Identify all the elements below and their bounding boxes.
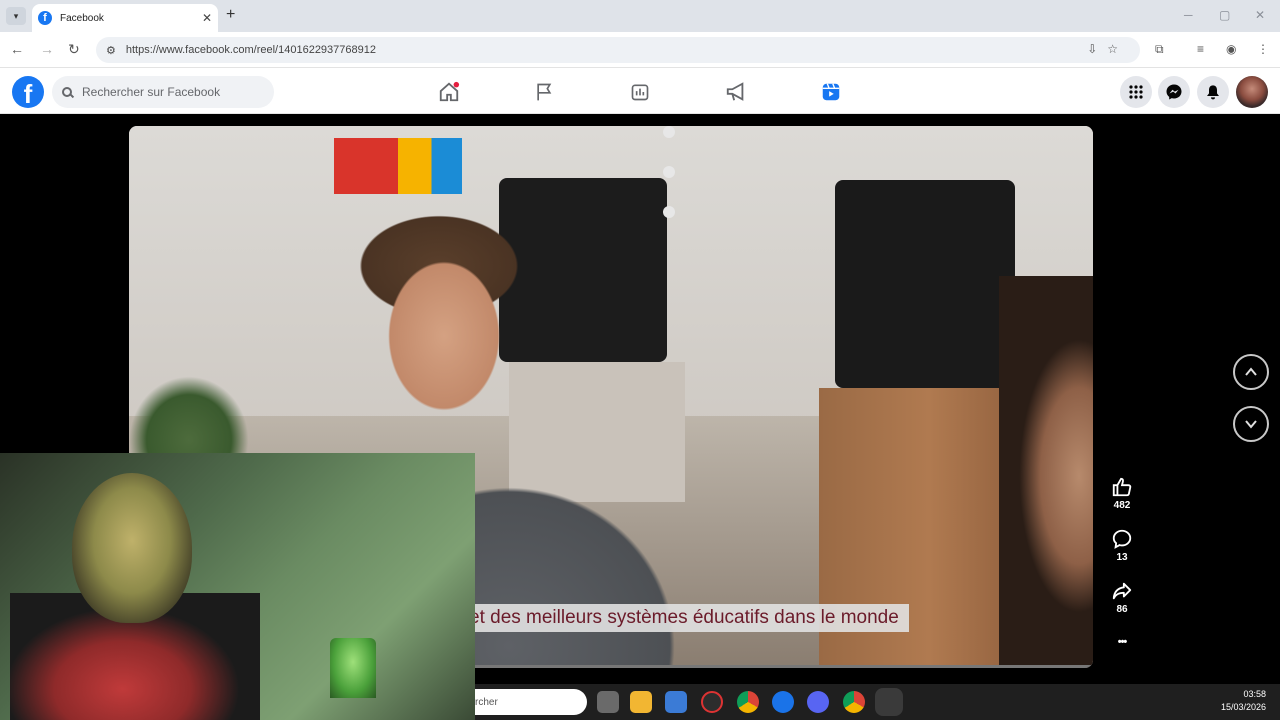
browser-toolbar: ← → ↻ ⚙ https://www.facebook.com/reel/14… bbox=[0, 32, 1280, 68]
tab-close-icon[interactable]: ✕ bbox=[202, 11, 212, 25]
facebook-header: f Rechercher sur Facebook bbox=[0, 68, 1280, 117]
new-tab-button[interactable]: + bbox=[226, 6, 235, 24]
media-controls-icon[interactable]: ≡ bbox=[1197, 42, 1204, 56]
address-bar[interactable]: ⚙ https://www.facebook.com/reel/14016229… bbox=[96, 37, 1140, 63]
facebook-favicon-icon: f bbox=[38, 11, 52, 25]
account-avatar[interactable] bbox=[1236, 76, 1268, 108]
chrome-icon[interactable] bbox=[737, 691, 759, 713]
chrome-profile-icon[interactable] bbox=[843, 691, 865, 713]
url-text: https://www.facebook.com/reel/1401622937… bbox=[125, 44, 376, 56]
webcam-person-head bbox=[72, 473, 192, 623]
browser-menu-icon[interactable]: ⋮ bbox=[1257, 42, 1269, 56]
taskbar-search-text: rcher bbox=[475, 696, 498, 708]
minimize-button[interactable]: ─ bbox=[1184, 8, 1193, 22]
chrome-beta-icon[interactable] bbox=[772, 691, 794, 713]
file-explorer-icon[interactable] bbox=[630, 691, 652, 713]
task-view-icon[interactable] bbox=[597, 691, 619, 713]
more-options-icon: ••• bbox=[1117, 636, 1128, 648]
like-action[interactable]: 482 bbox=[1104, 476, 1140, 511]
taskbar-clock[interactable]: 03:58 15/03/2026 bbox=[1221, 688, 1266, 714]
video-interviewer bbox=[999, 276, 1093, 668]
video-camera-right bbox=[835, 180, 1015, 388]
video-subtitle: et des meilleurs systèmes éducatifs dans… bbox=[459, 604, 909, 632]
gaming-icon[interactable] bbox=[625, 78, 655, 106]
reels-icon[interactable] bbox=[789, 78, 873, 117]
menu-grid-icon[interactable] bbox=[1120, 76, 1152, 108]
notifications-bell-icon[interactable] bbox=[1197, 76, 1229, 108]
restore-button[interactable]: ▢ bbox=[1219, 8, 1230, 22]
profile-icon[interactable]: ◉ bbox=[1226, 42, 1236, 56]
webcam-lamp bbox=[330, 638, 376, 698]
tab-search-button[interactable]: ▾ bbox=[6, 7, 26, 25]
app-clock-icon[interactable] bbox=[701, 691, 723, 713]
browser-tab-strip: ▾ f Facebook ✕ + ─ ▢ ✕ bbox=[0, 0, 1280, 32]
more-options-button[interactable]: ••• bbox=[1104, 636, 1140, 648]
tab-title: Facebook bbox=[60, 12, 104, 24]
share-count: 86 bbox=[1116, 604, 1128, 615]
share-arrow-icon bbox=[1112, 582, 1132, 600]
facebook-logo[interactable]: f bbox=[12, 76, 44, 108]
next-reel-button[interactable] bbox=[1233, 406, 1269, 442]
webcam-overlay bbox=[0, 453, 475, 720]
like-count: 482 bbox=[1113, 500, 1131, 511]
close-window-button[interactable]: ✕ bbox=[1255, 8, 1265, 22]
clock-date: 15/03/2026 bbox=[1220, 702, 1266, 712]
search-placeholder: Rechercher sur Facebook bbox=[82, 85, 221, 99]
store-icon[interactable] bbox=[665, 691, 687, 713]
active-app-icon[interactable] bbox=[878, 691, 900, 713]
comment-count: 13 bbox=[1116, 552, 1128, 563]
video-loading-dots bbox=[661, 126, 677, 226]
facebook-search-input[interactable]: Rechercher sur Facebook bbox=[52, 76, 274, 108]
share-action[interactable]: 86 bbox=[1104, 580, 1140, 615]
messenger-icon[interactable] bbox=[1158, 76, 1190, 108]
forward-button[interactable]: → bbox=[40, 41, 54, 57]
video-plant bbox=[129, 376, 249, 456]
comment-action[interactable]: 13 bbox=[1104, 528, 1140, 563]
os-taskbar: rcher 03:58 15/03/2026 bbox=[475, 684, 1280, 720]
clock-time: 03:58 bbox=[1243, 689, 1266, 699]
omnibox-actions[interactable]: ⇩☆ bbox=[1087, 42, 1128, 56]
previous-reel-button[interactable] bbox=[1233, 354, 1269, 390]
tab-facebook[interactable]: f Facebook ✕ bbox=[32, 4, 218, 32]
comment-bubble-icon bbox=[1112, 529, 1132, 549]
site-settings-icon[interactable]: ⚙ bbox=[106, 44, 116, 57]
search-icon bbox=[62, 87, 72, 97]
facebook-logo-letter: f bbox=[23, 79, 33, 108]
flag-icon[interactable] bbox=[529, 78, 559, 106]
megaphone-icon[interactable] bbox=[721, 78, 751, 106]
discord-icon[interactable] bbox=[807, 691, 829, 713]
back-button[interactable]: ← bbox=[10, 41, 24, 57]
home-icon[interactable] bbox=[434, 78, 464, 106]
taskbar-search-input[interactable]: rcher bbox=[475, 689, 587, 715]
extensions-icon[interactable]: ⧉ bbox=[1155, 42, 1164, 57]
reload-button[interactable]: ↻ bbox=[68, 41, 80, 58]
like-thumb-icon bbox=[1112, 477, 1132, 497]
